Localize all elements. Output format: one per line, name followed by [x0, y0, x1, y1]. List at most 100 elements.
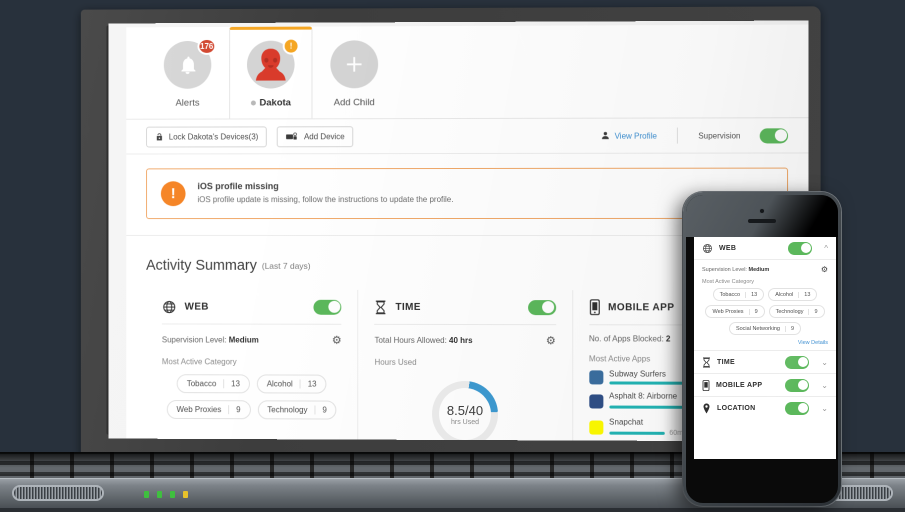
pill-count: 13	[804, 292, 810, 298]
app-usage-time: 60m	[669, 430, 683, 437]
child-tabs: 176 Alerts	[126, 25, 808, 119]
supervision-toggle[interactable]	[760, 128, 788, 143]
hours-used-chart: 8.5/40 hrs Used	[374, 373, 555, 442]
phone-time-row[interactable]: TIME ⌄	[694, 351, 836, 373]
phone-section-time[interactable]: TIME ⌄	[694, 350, 836, 373]
phone-web-title: WEB	[719, 245, 736, 252]
pill-divider	[745, 292, 746, 298]
device-icon	[286, 131, 299, 142]
pill-label: Alcohol	[775, 292, 793, 298]
earpiece-speaker	[748, 219, 776, 223]
phone-location-row[interactable]: LOCATION ⌄	[694, 397, 836, 419]
lock-devices-label: Lock Dakota's Devices(3)	[169, 132, 259, 141]
card-web-toggle[interactable]	[314, 299, 342, 314]
app-icon-subway-surfers	[589, 370, 603, 384]
plus-icon	[343, 53, 365, 75]
phone-mobile-title: MOBILE APP	[716, 382, 762, 389]
globe-icon	[162, 299, 177, 314]
pill-divider	[798, 292, 799, 298]
phone-time-toggle[interactable]	[785, 356, 809, 369]
pill-label: Social Networking	[736, 326, 780, 332]
view-profile-link[interactable]: View Profile	[600, 131, 656, 141]
phone-mobile-row[interactable]: MOBILE APP ⌄	[694, 374, 836, 396]
gear-icon[interactable]: ⚙	[332, 334, 342, 347]
view-details-link[interactable]: View Details	[694, 335, 836, 350]
app-usage-bar	[609, 432, 664, 435]
card-web-meta: Supervision Level: Medium ⚙	[162, 324, 342, 348]
smartphone: WEB ^ Supervision Level: Medium ⚙ Most A…	[683, 192, 841, 506]
action-bar: Lock Dakota's Devices(3) Add Device	[126, 117, 808, 154]
list-item[interactable]: Alcohol 13	[257, 374, 327, 393]
chevron-down-icon[interactable]: ⌄	[821, 358, 828, 367]
pill-label: Tobacco	[720, 292, 741, 298]
tab-dakota[interactable]: ! Dakota	[229, 27, 312, 119]
list-item[interactable]: Tobacco 13	[713, 288, 765, 301]
phone-section-location[interactable]: LOCATION ⌄	[694, 396, 836, 419]
pill-divider	[300, 380, 301, 389]
list-item[interactable]: Web Proxies 9	[705, 305, 764, 318]
phone-time-title: TIME	[717, 359, 735, 366]
add-device-button[interactable]: Add Device	[277, 126, 353, 147]
gear-icon[interactable]: ⚙	[821, 265, 828, 274]
pill-divider	[314, 406, 315, 415]
list-item[interactable]: Web Proxies 9	[167, 400, 251, 419]
chevron-down-icon[interactable]: ⌄	[821, 381, 828, 390]
chevron-down-icon[interactable]: ⌄	[821, 404, 828, 413]
pill-label: Web Proxies	[177, 405, 222, 414]
phone-mobile-toggle[interactable]	[785, 379, 809, 392]
donut-label: hrs Used	[447, 418, 483, 425]
card-web-pills: Tobacco 13 Alcohol 13 Web Proxies	[162, 372, 342, 419]
card-time-meta: Total Hours Allowed: 40 hrs ⚙	[374, 325, 555, 349]
phone-screen: WEB ^ Supervision Level: Medium ⚙ Most A…	[694, 237, 836, 459]
phone-section-web[interactable]: WEB ^	[694, 237, 836, 259]
list-item[interactable]: Alcohol 13	[768, 288, 817, 301]
pill-count: 9	[322, 406, 326, 415]
card-time-toggle[interactable]	[528, 300, 556, 315]
pill-divider	[785, 326, 786, 332]
list-item[interactable]: Social Networking 9	[729, 322, 801, 335]
card-web: WEB Supervision Level: Medium ⚙ Most Act…	[146, 290, 358, 442]
tab-add-child-label: Add Child	[334, 97, 375, 108]
view-profile-label: View Profile	[615, 131, 657, 140]
led-indicator	[183, 491, 188, 498]
pill-divider	[749, 309, 750, 315]
bell-icon	[177, 54, 199, 76]
tab-alerts[interactable]: 176 Alerts	[146, 27, 229, 119]
phone-body: WEB ^ Supervision Level: Medium ⚙ Most A…	[686, 195, 838, 503]
chevron-up-icon[interactable]: ^	[824, 244, 828, 253]
dakota-warning-badge: !	[283, 38, 300, 55]
gear-icon[interactable]: ⚙	[546, 334, 556, 347]
status-dot-icon	[251, 101, 256, 106]
list-item[interactable]: Tobacco 13	[177, 374, 250, 393]
pill-count: 9	[814, 309, 817, 315]
donut-ring: 8.5/40 hrs Used	[432, 381, 498, 442]
phone-icon	[702, 380, 710, 391]
phone-web-toggle[interactable]	[788, 242, 812, 255]
donut-value: 8.5/40	[447, 402, 483, 417]
speaker-grille-left	[12, 485, 104, 501]
card-time-subtitle: Hours Used	[374, 349, 555, 373]
phone-location-toggle[interactable]	[785, 402, 809, 415]
tab-add-child[interactable]: Add Child	[312, 26, 396, 118]
dakota-avatar: !	[247, 41, 295, 89]
app-icon-asphalt-8	[589, 394, 603, 408]
pill-count: 9	[236, 405, 240, 414]
phone-web-meta-label: Supervision Level:	[702, 267, 747, 273]
hourglass-icon	[374, 299, 387, 314]
banner-text: iOS profile update is missing, follow th…	[197, 195, 453, 204]
phone-section-mobile-app[interactable]: MOBILE APP ⌄	[694, 373, 836, 396]
list-item[interactable]: Technology 9	[257, 400, 336, 419]
lock-devices-button[interactable]: Lock Dakota's Devices(3)	[146, 126, 267, 147]
phone-location-title: LOCATION	[717, 405, 755, 412]
list-item[interactable]: Technology 9	[769, 305, 825, 318]
alerts-avatar: 176	[164, 41, 211, 89]
supervision-label: Supervision	[698, 131, 740, 140]
pill-label: Alcohol	[267, 379, 293, 388]
card-web-title: WEB	[185, 301, 209, 312]
pill-divider	[228, 405, 229, 414]
led-indicator	[144, 491, 149, 498]
location-pin-icon	[702, 403, 711, 414]
card-time-title: TIME	[395, 301, 420, 312]
pill-divider	[808, 309, 809, 315]
add-device-label: Add Device	[304, 132, 345, 141]
